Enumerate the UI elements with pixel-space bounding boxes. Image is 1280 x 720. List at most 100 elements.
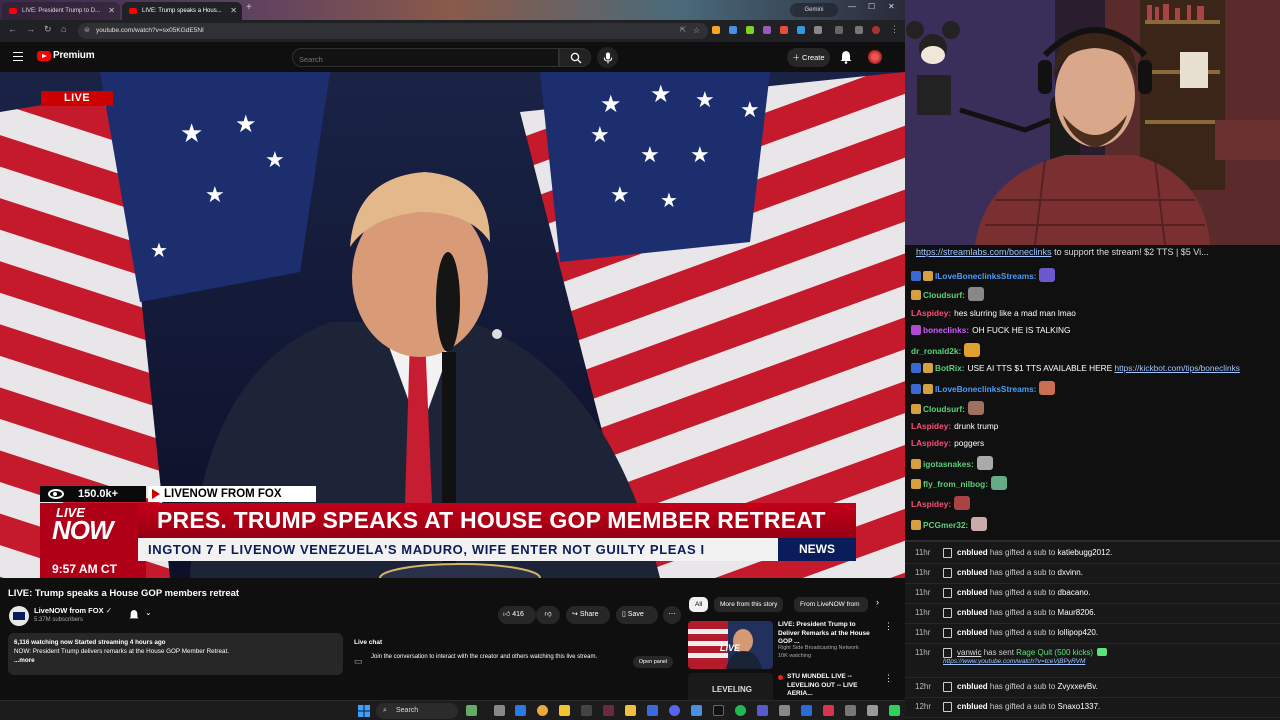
- chat-username[interactable]: boneclinks:: [923, 325, 969, 335]
- site-info-icon[interactable]: ⊜: [84, 23, 90, 39]
- streamlabs-link[interactable]: https://streamlabs.com/boneclinks: [916, 247, 1052, 257]
- extension-icon[interactable]: [763, 26, 771, 34]
- video-thumbnail[interactable]: LIVE: [688, 621, 773, 669]
- voice-search-button[interactable]: [597, 47, 618, 68]
- recommended-video[interactable]: LEVELING STU MUNDEL LIVE -- LEVELING OUT…: [688, 673, 893, 700]
- close-tab-icon[interactable]: ✕: [108, 2, 115, 20]
- widgets-icon[interactable]: [466, 705, 477, 716]
- app-icon[interactable]: [889, 705, 900, 716]
- extension-icon[interactable]: [780, 26, 788, 34]
- more-actions-button[interactable]: ⋯: [663, 606, 681, 624]
- more-vert-icon[interactable]: ⋮: [884, 673, 893, 684]
- video-thumbnail[interactable]: LEVELING: [688, 673, 773, 700]
- gemini-button[interactable]: Gemini: [790, 3, 838, 17]
- back-icon[interactable]: ←: [8, 24, 17, 34]
- minimize-icon[interactable]: —: [848, 2, 856, 11]
- app-icon[interactable]: [691, 705, 702, 716]
- chat-username[interactable]: PCGmer32:: [923, 520, 968, 530]
- description-box[interactable]: 6,116 watching now Started streaming 4 h…: [8, 633, 343, 675]
- chat-username[interactable]: LAspidey:: [911, 421, 951, 431]
- chip-more-from-story[interactable]: More from this story: [714, 597, 784, 612]
- video-player[interactable]: ★ ★ ★ ★ ★ ★ ★ ★ ★ ★ ★ ★ ★ ★ LIVE 150.0k+…: [0, 72, 905, 578]
- share-button[interactable]: ↪ Share: [566, 606, 610, 624]
- home-icon[interactable]: ⌂: [61, 24, 66, 34]
- extension-puzzle-icon[interactable]: [855, 26, 863, 34]
- bookmark-star-icon[interactable]: ☆: [693, 23, 700, 39]
- app-icon[interactable]: [867, 705, 878, 716]
- event-row[interactable]: 11hr cnblued has gifted a sub to katiebug…: [905, 544, 1280, 562]
- chat-username[interactable]: Cloudsurf:: [923, 404, 965, 414]
- chat-username[interactable]: LAspidey:: [911, 308, 951, 318]
- obs-icon[interactable]: [603, 705, 614, 716]
- extension-icon[interactable]: [814, 26, 822, 34]
- close-tab-icon[interactable]: ✕: [230, 2, 237, 20]
- extension-icon[interactable]: [712, 26, 720, 34]
- chip-all[interactable]: All: [689, 597, 709, 612]
- install-icon[interactable]: ⇱: [680, 23, 686, 39]
- profile-avatar-icon[interactable]: [872, 26, 880, 34]
- notifications-bell-icon[interactable]: [840, 50, 852, 64]
- recommended-video[interactable]: LIVE LIVE: President Trump to Deliver Re…: [688, 621, 893, 671]
- event-row[interactable]: 11hr cnblued has gifted a sub to Maur8206…: [905, 604, 1280, 622]
- search-button[interactable]: [559, 48, 591, 67]
- like-button[interactable]: 👍︎ 416: [498, 606, 536, 624]
- browser-tab-1[interactable]: LIVE: President Trump to D... ✕: [2, 2, 120, 20]
- chrome-icon[interactable]: [537, 705, 548, 716]
- edge-icon[interactable]: [515, 705, 526, 716]
- chip-from-channel[interactable]: From LiveNOW from: [794, 597, 868, 612]
- task-view-icon[interactable]: [494, 705, 505, 716]
- subscription-bell-button[interactable]: ⌄: [127, 608, 157, 622]
- new-tab-icon[interactable]: +: [246, 2, 252, 13]
- browser-menu-icon[interactable]: ⋮: [890, 24, 899, 35]
- windows-start-icon[interactable]: [358, 705, 370, 717]
- more-vert-icon[interactable]: ⋮: [884, 621, 893, 632]
- sidepanel-icon[interactable]: [835, 26, 843, 34]
- chat-username[interactable]: BotRix:: [935, 363, 965, 373]
- app-icon[interactable]: [801, 705, 812, 716]
- reload-icon[interactable]: ↻: [44, 24, 52, 35]
- event-link[interactable]: https://www.youtube.com/watch?v=tceVjBPy…: [943, 658, 1085, 665]
- chat-username[interactable]: dr_ronald2k:: [911, 346, 961, 356]
- chevron-right-icon[interactable]: ›: [876, 597, 879, 607]
- spotify-icon[interactable]: [735, 705, 746, 716]
- save-button[interactable]: ▯ Save: [616, 606, 658, 624]
- event-row[interactable]: 11hr cnblued has gifted a sub to dbacano.: [905, 584, 1280, 602]
- search-input[interactable]: [293, 51, 558, 68]
- extension-icon[interactable]: [797, 26, 805, 34]
- app-icon[interactable]: [779, 705, 790, 716]
- app-icon[interactable]: [823, 705, 834, 716]
- menu-hamburger-icon[interactable]: [13, 52, 23, 64]
- dislike-button[interactable]: 👎︎: [536, 606, 560, 624]
- chat-username[interactable]: fly_from_nilbog:: [923, 479, 988, 489]
- app-icon[interactable]: [581, 705, 592, 716]
- youtube-logo-icon[interactable]: [37, 51, 51, 61]
- app-icon[interactable]: [559, 705, 570, 716]
- open-panel-button[interactable]: Open panel: [633, 656, 673, 668]
- app-icon[interactable]: [647, 705, 658, 716]
- app-icon[interactable]: [845, 705, 856, 716]
- app-icon[interactable]: [757, 705, 768, 716]
- youtube-premium-logo[interactable]: Premium: [53, 50, 95, 61]
- chat-username[interactable]: LAspidey:: [911, 438, 951, 448]
- chat-link[interactable]: https://kickbot.com/tips/boneclinks: [1114, 363, 1239, 373]
- desc-more-link[interactable]: ...more: [14, 656, 337, 665]
- file-explorer-icon[interactable]: [625, 705, 636, 716]
- chat-username[interactable]: LAspidey:: [911, 499, 951, 509]
- channel-name[interactable]: LiveNOW from FOX ✓: [34, 606, 112, 615]
- chat-username[interactable]: igotasnakes:: [923, 459, 974, 469]
- close-window-icon[interactable]: ✕: [888, 2, 895, 11]
- event-row[interactable]: 12hr cnblued has gifted a sub to Snaxo133…: [905, 698, 1280, 716]
- forward-icon[interactable]: →: [26, 24, 35, 34]
- event-row[interactable]: 11hr cnblued has gifted a sub to lollipop…: [905, 624, 1280, 642]
- account-avatar[interactable]: [868, 50, 882, 64]
- taskbar-search[interactable]: ⌕ Search: [376, 703, 458, 719]
- event-row[interactable]: 12hr cnblued has gifted a sub to ZvyxxevB…: [905, 678, 1280, 696]
- channel-avatar[interactable]: [9, 606, 29, 626]
- extension-icon[interactable]: [746, 26, 754, 34]
- chat-username[interactable]: Cloudsurf:: [923, 290, 965, 300]
- browser-tab-2[interactable]: LIVE: Trump speaks a Hous... ✕: [122, 2, 242, 20]
- chat-username[interactable]: ILoveBoneclinksStreams:: [935, 271, 1036, 281]
- maximize-icon[interactable]: ☐: [868, 2, 875, 11]
- url-field[interactable]: ⊜ youtube.com/watch?v=sx05KGdE5NI ⇱ ☆: [78, 23, 708, 39]
- event-row[interactable]: 11hr cnblued has gifted a sub to dxvinn.: [905, 564, 1280, 582]
